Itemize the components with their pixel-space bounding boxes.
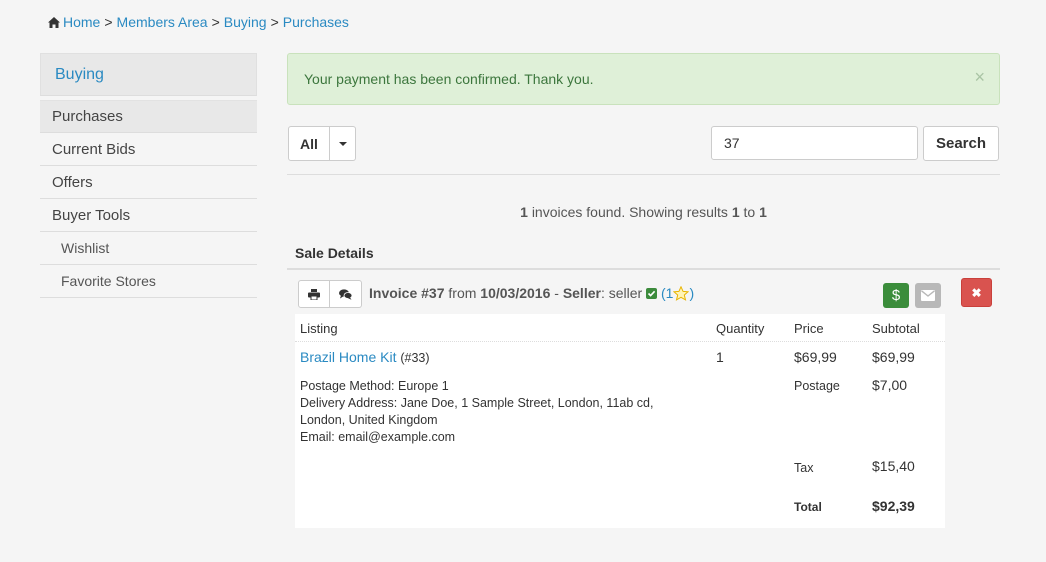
verified-check-icon (646, 288, 658, 299)
invoice-header: Invoice #37 from 10/03/2016 - Seller: se… (287, 270, 1000, 314)
invoice-dash: - (554, 285, 559, 301)
postage-row: Postage Method: Europe 1 Delivery Addres… (295, 372, 945, 498)
listing-cell: Brazil Home Kit (#33) (300, 349, 430, 365)
filter-button[interactable]: All (288, 126, 330, 161)
invoice-title: Invoice #37 from 10/03/2016 - Seller: se… (369, 285, 694, 304)
sidebar-item-wishlist[interactable]: Wishlist (40, 232, 257, 265)
breadcrumb-buying[interactable]: Buying (224, 14, 267, 30)
close-icon[interactable]: × (974, 68, 985, 86)
alert-message: Your payment has been confirmed. Thank y… (304, 71, 594, 87)
tax-value: $15,40 (872, 458, 915, 474)
header-subtotal: Subtotal (872, 321, 920, 336)
price-value: $69,99 (794, 349, 837, 365)
sidebar-item-buyer-tools[interactable]: Buyer Tools (40, 199, 257, 232)
messages-button[interactable] (330, 280, 362, 308)
sidebar-list: Purchases Current Bids Offers Buyer Tool… (40, 100, 257, 298)
quantity-value: 1 (716, 349, 724, 365)
shipping-details: Postage Method: Europe 1 Delivery Addres… (300, 378, 700, 446)
success-alert: Your payment has been confirmed. Thank y… (287, 53, 1000, 105)
pay-button[interactable]: $ (883, 283, 909, 308)
header-quantity: Quantity (716, 321, 765, 336)
breadcrumb-members-area[interactable]: Members Area (117, 14, 208, 30)
email-address: Email: email@example.com (300, 430, 456, 444)
header-listing: Listing (300, 321, 338, 336)
breadcrumb-separator: > (211, 14, 220, 30)
results-count: 1 (520, 204, 528, 220)
invoice-from-word: from (448, 285, 477, 301)
divider (287, 174, 1000, 175)
postage-label: Postage (794, 379, 840, 393)
subtotal-value: $69,99 (872, 349, 915, 365)
postage-method: Postage Method: Europe 1 (300, 379, 449, 393)
results-summary: 1 invoices found. Showing results 1 to 1 (287, 204, 1000, 224)
total-value: $92,39 (872, 498, 915, 514)
search-input[interactable] (711, 126, 918, 160)
delete-button[interactable]: ✖ (961, 278, 992, 307)
listing-link[interactable]: Brazil Home Kit (300, 349, 396, 365)
header-price: Price (794, 321, 824, 336)
postage-value: $7,00 (872, 377, 908, 393)
tax-label: Tax (794, 461, 814, 475)
breadcrumb-purchases[interactable]: Purchases (283, 14, 349, 30)
table-row: Brazil Home Kit (#33) 1 $69,99 $69,99 (295, 342, 945, 372)
invoice-date: 10/03/2016 (480, 285, 551, 301)
chevron-down-icon (338, 141, 347, 146)
seller-rating-count: (1 (660, 285, 674, 301)
main-content: Your payment has been confirmed. Thank y… (287, 53, 1000, 528)
sidebar-item-purchases[interactable]: Purchases (40, 100, 257, 133)
seller-rating-link[interactable]: (1) (661, 285, 694, 301)
breadcrumb-separator: > (104, 14, 113, 30)
listing-id: (#33) (400, 351, 430, 365)
results-to-word: to (743, 204, 756, 220)
breadcrumb-separator: > (270, 14, 279, 30)
breadcrumb: Home > Members Area > Buying > Purchases (48, 14, 349, 31)
seller-rating-close: ) (689, 285, 695, 301)
sidebar-heading[interactable]: Buying (40, 53, 257, 96)
sidebar: Buying Purchases Current Bids Offers Buy… (40, 53, 257, 298)
search-button[interactable]: Search (923, 126, 999, 161)
sidebar-item-favorite-stores[interactable]: Favorite Stores (40, 265, 257, 298)
toolbar: All Search (287, 126, 1000, 174)
close-icon: ✖ (971, 285, 982, 300)
filter-dropdown[interactable]: All (288, 126, 356, 161)
section-title: Sale Details (295, 245, 374, 261)
invoice-tools (298, 280, 362, 308)
total-row: Total $92,39 (295, 498, 945, 528)
invoice-table: Listing Quantity Price Subtotal Brazil H… (295, 314, 945, 528)
table-header: Listing Quantity Price Subtotal (295, 314, 945, 342)
envelope-icon (921, 290, 935, 301)
seller-label: Seller (562, 285, 601, 301)
total-label: Total (794, 500, 822, 514)
filter-caret-button[interactable] (330, 126, 356, 161)
results-to: 1 (759, 204, 767, 220)
breadcrumb-home[interactable]: Home (63, 14, 100, 30)
home-icon (48, 15, 60, 31)
print-button[interactable] (298, 280, 330, 308)
seller-name: seller (608, 285, 643, 301)
delivery-address: Delivery Address: Jane Doe, 1 Sample Str… (300, 396, 654, 427)
dollar-icon: $ (891, 287, 901, 304)
print-icon (308, 288, 320, 300)
results-from: 1 (731, 204, 740, 220)
invoice-number: Invoice #37 (369, 285, 445, 301)
results-text: invoices found. Showing results (531, 204, 728, 220)
sidebar-item-offers[interactable]: Offers (40, 166, 257, 199)
email-button[interactable] (915, 283, 941, 308)
star-icon (673, 285, 690, 304)
comments-icon (339, 288, 352, 300)
sidebar-item-current-bids[interactable]: Current Bids (40, 133, 257, 166)
